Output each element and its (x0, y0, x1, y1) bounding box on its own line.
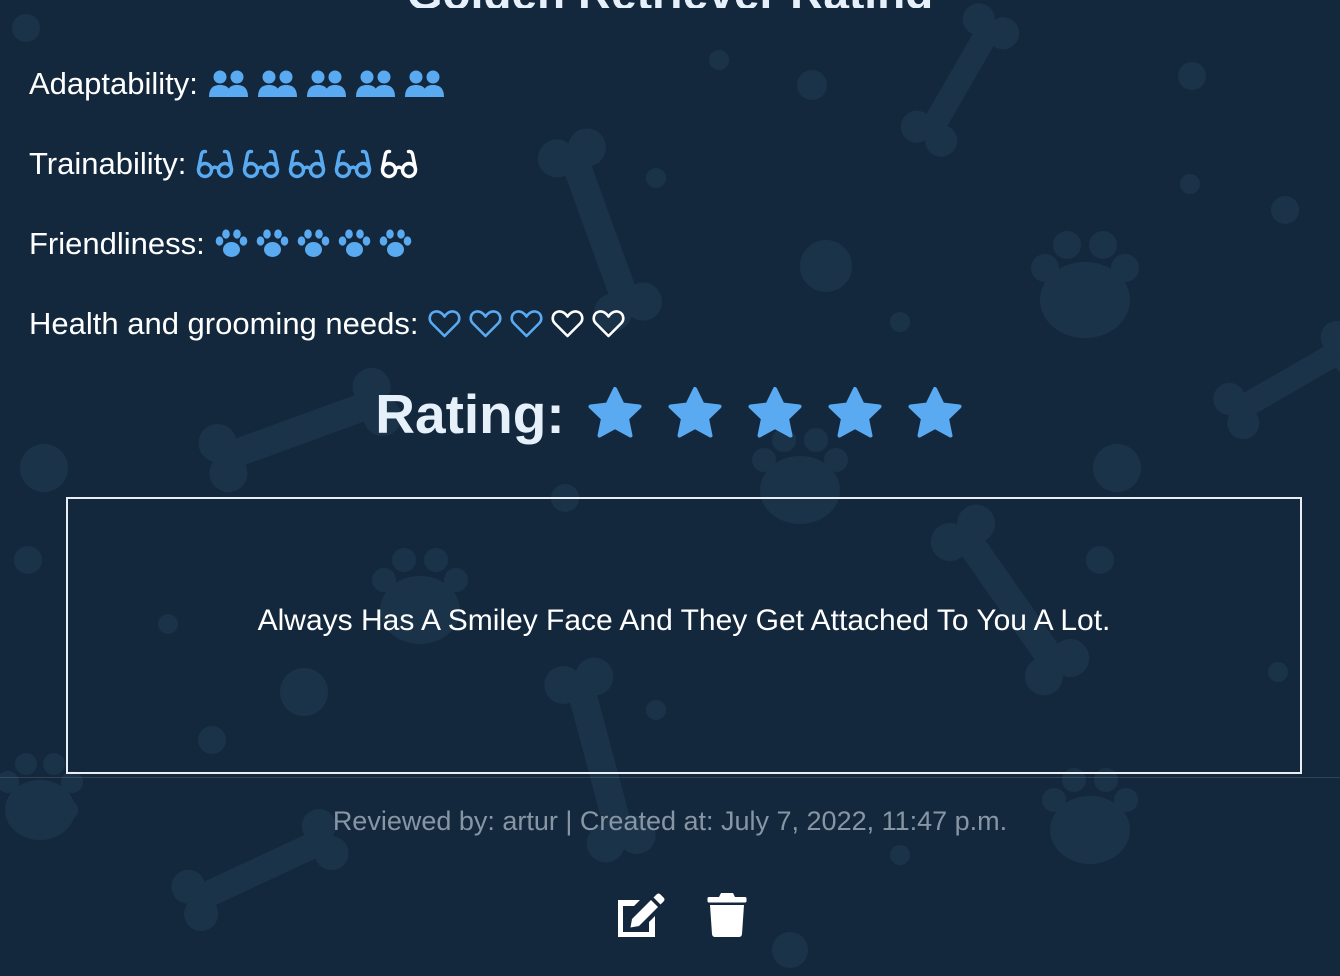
paw-icon (379, 229, 412, 257)
rating-stars (585, 385, 965, 443)
star-icon (668, 387, 722, 438)
friendliness-icons (215, 229, 412, 259)
heart-outline-icon (510, 310, 544, 338)
edit-button[interactable] (612, 890, 668, 940)
adaptability-icons (208, 69, 445, 99)
paw-icon (256, 229, 289, 257)
users-icon (404, 70, 444, 97)
glasses-icon (243, 149, 280, 179)
paw-icon (215, 229, 248, 257)
paw-icon (338, 229, 371, 257)
star-icon (588, 387, 642, 438)
review-card: Golden Retriever Rating Adaptability: Tr… (0, 0, 1340, 976)
breed-title: Golden Retriever Rating (0, 0, 1340, 8)
attribute-row-adaptability: Adaptability: (29, 64, 445, 104)
paw-icon (297, 229, 330, 257)
trash-icon (707, 893, 747, 937)
trainability-icons (196, 149, 418, 179)
users-icon (257, 70, 297, 97)
attribute-row-health-grooming: Health and grooming needs: (29, 304, 626, 344)
users-icon (306, 70, 346, 97)
rating-label: Rating: (375, 383, 565, 445)
attribute-label: Adaptability: (29, 66, 198, 101)
heart-outline-icon (592, 310, 626, 338)
review-meta: Reviewed by: artur | Created at: July 7,… (332, 806, 1008, 836)
glasses-icon (197, 149, 234, 179)
delete-button[interactable] (706, 890, 748, 940)
heart-outline-icon (428, 310, 462, 338)
users-icon (355, 70, 395, 97)
star-icon (828, 387, 882, 438)
review-text: Always Has A Smiley Face And They Get At… (257, 603, 1111, 637)
glasses-icon (289, 149, 326, 179)
edit-icon (618, 893, 665, 937)
star-icon (748, 387, 802, 438)
attribute-row-friendliness: Friendliness: (29, 224, 412, 264)
attribute-row-trainability: Trainability: (29, 144, 418, 184)
overall-rating: Rating: (0, 382, 1340, 446)
star-icon (908, 387, 962, 438)
attribute-label: Health and grooming needs: (29, 306, 419, 341)
divider (0, 777, 1340, 778)
attribute-label: Friendliness: (29, 226, 205, 261)
glasses-icon (335, 149, 372, 179)
heart-outline-icon (469, 310, 503, 338)
users-icon (208, 70, 248, 97)
heart-outline-icon (551, 310, 585, 338)
attribute-label: Trainability: (29, 146, 187, 181)
review-actions (612, 890, 748, 940)
glasses-icon (381, 149, 418, 179)
review-text-box: Always Has A Smiley Face And They Get At… (66, 497, 1302, 774)
health-grooming-icons (428, 309, 626, 339)
